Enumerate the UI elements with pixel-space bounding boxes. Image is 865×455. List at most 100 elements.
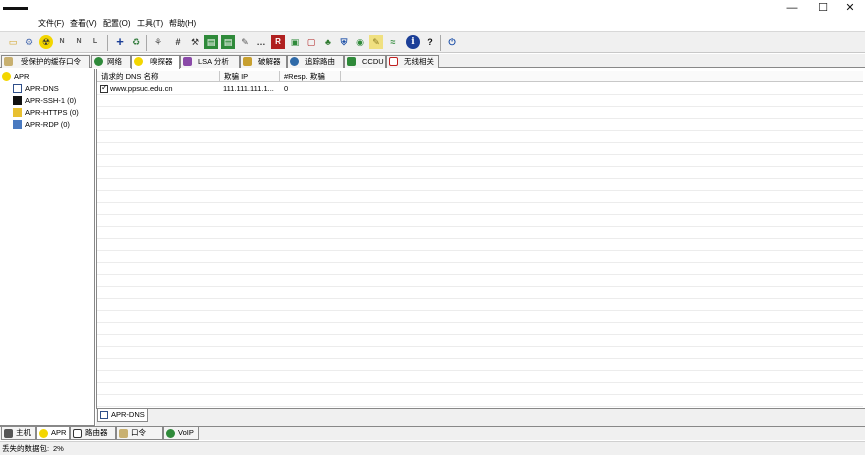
- chip-icon: ▣: [290, 37, 300, 47]
- menu-configure[interactable]: 配置(O): [103, 18, 131, 29]
- sniffer-icon: ☢: [39, 35, 53, 49]
- ntlm-auth-icon: N: [59, 38, 65, 45]
- toolbar-btn-13[interactable]: ✎: [238, 35, 252, 49]
- toolbar-btn-10[interactable]: ⚒: [188, 35, 202, 49]
- bottom-tab-apr[interactable]: APR: [36, 427, 70, 440]
- bottom-tab-strip: 主机 APR 路由器 口令 VoIP: [0, 426, 865, 440]
- remote-desktop-icon: [13, 120, 22, 129]
- toolbar-btn-14[interactable]: …: [254, 35, 268, 49]
- info-icon: i: [406, 35, 420, 49]
- grid-header: 请求的 DNS 名称 欺骗 IP #Resp. 欺骗: [97, 71, 863, 82]
- rc-icon: R: [271, 35, 285, 49]
- sub-tab-strip: APR-DNS: [96, 408, 865, 426]
- tab-cached-passwords[interactable]: 受保护的缓存口令: [1, 55, 90, 68]
- lock-icon: [13, 108, 22, 117]
- toolbar-btn-12[interactable]: ▤: [221, 35, 235, 49]
- lm-reset-icon: L: [92, 38, 98, 45]
- column-header-resp-spoof[interactable]: #Resp. 欺骗: [280, 71, 341, 82]
- traceroute-icon: [290, 57, 299, 66]
- subtab-apr-dns[interactable]: APR-DNS: [97, 409, 148, 422]
- bottom-tab-voip[interactable]: VoIP: [163, 427, 199, 440]
- toolbar-btn-20[interactable]: ◉: [353, 35, 367, 49]
- ccdu-icon: [347, 57, 356, 66]
- tab-sniffer[interactable]: 嗅探器: [131, 55, 180, 69]
- toolbar-btn-4[interactable]: N: [72, 35, 86, 49]
- recycle-icon: ♻: [131, 37, 141, 47]
- toolbar-btn-22[interactable]: ≈: [386, 35, 400, 49]
- hash-calc-icon: #: [175, 37, 181, 47]
- menu-file[interactable]: 文件(F): [38, 18, 64, 29]
- monitor-icon: ▢: [306, 37, 316, 47]
- dns-grid: 请求的 DNS 名称 欺骗 IP #Resp. 欺骗 www.ppsuc.edu…: [96, 69, 863, 408]
- hex-icon: ▤: [204, 35, 218, 49]
- toolbar-btn-7[interactable]: ♻: [129, 35, 143, 49]
- menu-bar: 文件(F) 查看(V) 配置(O) 工具(T) 帮助(H): [0, 17, 865, 30]
- toolbar-btn-16[interactable]: ▣: [288, 35, 302, 49]
- toolbar: ▭ ⚙ ☢ N N L + ♻ ⚘ # ⚒ ▤ ▤ ✎ … R ▣ ▢ ♣ ⛨ …: [0, 31, 865, 53]
- toolbar-btn-2[interactable]: ☢: [39, 35, 53, 49]
- toolbar-btn-19[interactable]: ⛨: [337, 35, 351, 49]
- tab-lsa[interactable]: LSA 分析: [180, 55, 240, 68]
- toolbar-btn-24[interactable]: ?: [423, 35, 437, 49]
- toolbar-btn-17[interactable]: ▢: [304, 35, 318, 49]
- tab-ccdu[interactable]: CCDU: [344, 55, 386, 68]
- wand-icon: ✎: [241, 37, 249, 47]
- table-row[interactable]: www.ppsuc.edu.cn 111.111.111.1... 0: [97, 83, 863, 95]
- tab-cracker[interactable]: 破解器: [240, 55, 287, 68]
- toolbar-btn-18[interactable]: ♣: [321, 35, 335, 49]
- maximize-button[interactable]: ☐: [808, 0, 838, 17]
- close-button[interactable]: ✕: [835, 0, 865, 17]
- menu-view[interactable]: 查看(V): [70, 18, 97, 29]
- bottom-tab-hosts[interactable]: 主机: [1, 427, 36, 440]
- status-value: 2%: [53, 444, 64, 453]
- cell-dns-name: www.ppsuc.edu.cn: [110, 84, 173, 93]
- menu-help[interactable]: 帮助(H): [169, 18, 196, 29]
- tree-icon: ♣: [325, 37, 331, 47]
- minimize-button[interactable]: —: [777, 0, 807, 17]
- toolbar-btn-0[interactable]: ▭: [6, 35, 20, 49]
- bottom-tab-routers[interactable]: 路由器: [70, 427, 116, 440]
- row-checkbox[interactable]: [100, 83, 108, 93]
- radiation-icon: [39, 429, 48, 438]
- lsa-icon: [183, 57, 192, 66]
- menu-tools[interactable]: 工具(T): [137, 18, 163, 29]
- toolbar-btn-5[interactable]: L: [88, 35, 102, 49]
- toolbar-btn-3[interactable]: N: [55, 35, 69, 49]
- dns-network-icon: [13, 84, 22, 93]
- toolbar-separator: [107, 35, 108, 51]
- title-bar: — ☐ ✕: [0, 0, 865, 17]
- toolbar-separator: [440, 35, 441, 51]
- globe-icon: [94, 57, 103, 66]
- tab-network[interactable]: 网络: [91, 55, 131, 68]
- computer-icon: [4, 429, 13, 438]
- hex-icon-2: ▤: [221, 35, 235, 49]
- toolbar-btn-11[interactable]: ▤: [204, 35, 218, 49]
- router-icon: [73, 429, 82, 438]
- toolbar-btn-25[interactable]: ⏻: [445, 35, 459, 49]
- status-label: 丢失的数据包:: [2, 444, 50, 453]
- terminal-icon: [13, 96, 22, 105]
- toolbar-btn-9[interactable]: #: [171, 35, 185, 49]
- tree-pane: APR APR-DNS APR-SSH-1 (0) APR-HTTPS (0) …: [0, 69, 95, 426]
- column-header-spoof-ip[interactable]: 欺骗 IP: [220, 71, 280, 82]
- toolbar-btn-23[interactable]: i: [406, 35, 420, 49]
- toolbar-btn-8[interactable]: ⚘: [151, 35, 165, 49]
- tab-traceroute[interactable]: 追踪路由: [287, 55, 344, 68]
- network-icon: ⚙: [24, 37, 34, 47]
- toolbar-btn-6[interactable]: +: [113, 35, 127, 49]
- toolbar-btn-21[interactable]: ✎: [369, 35, 383, 49]
- cell-spoof-ip: 111.111.111.1...: [223, 84, 274, 93]
- main-tab-strip: 受保护的缓存口令 网络 嗅探器 LSA 分析 破解器 追踪路由 CCDU 无线相…: [0, 54, 865, 69]
- key-icon: [119, 429, 128, 438]
- cell-resp-count: 0: [284, 84, 289, 93]
- tab-wireless[interactable]: 无线相关: [386, 55, 439, 68]
- wireless-icon: ≈: [390, 37, 396, 47]
- cdu-icon: ◉: [356, 37, 364, 47]
- open-icon: ▭: [8, 37, 18, 47]
- toolbar-btn-15[interactable]: R: [271, 35, 285, 49]
- route-icon: ⚘: [153, 37, 163, 47]
- exit-icon: ⏻: [448, 37, 456, 47]
- toolbar-btn-1[interactable]: ⚙: [22, 35, 36, 49]
- column-header-dns-name[interactable]: 请求的 DNS 名称: [97, 71, 220, 82]
- bottom-tab-passwords[interactable]: 口令: [116, 427, 163, 440]
